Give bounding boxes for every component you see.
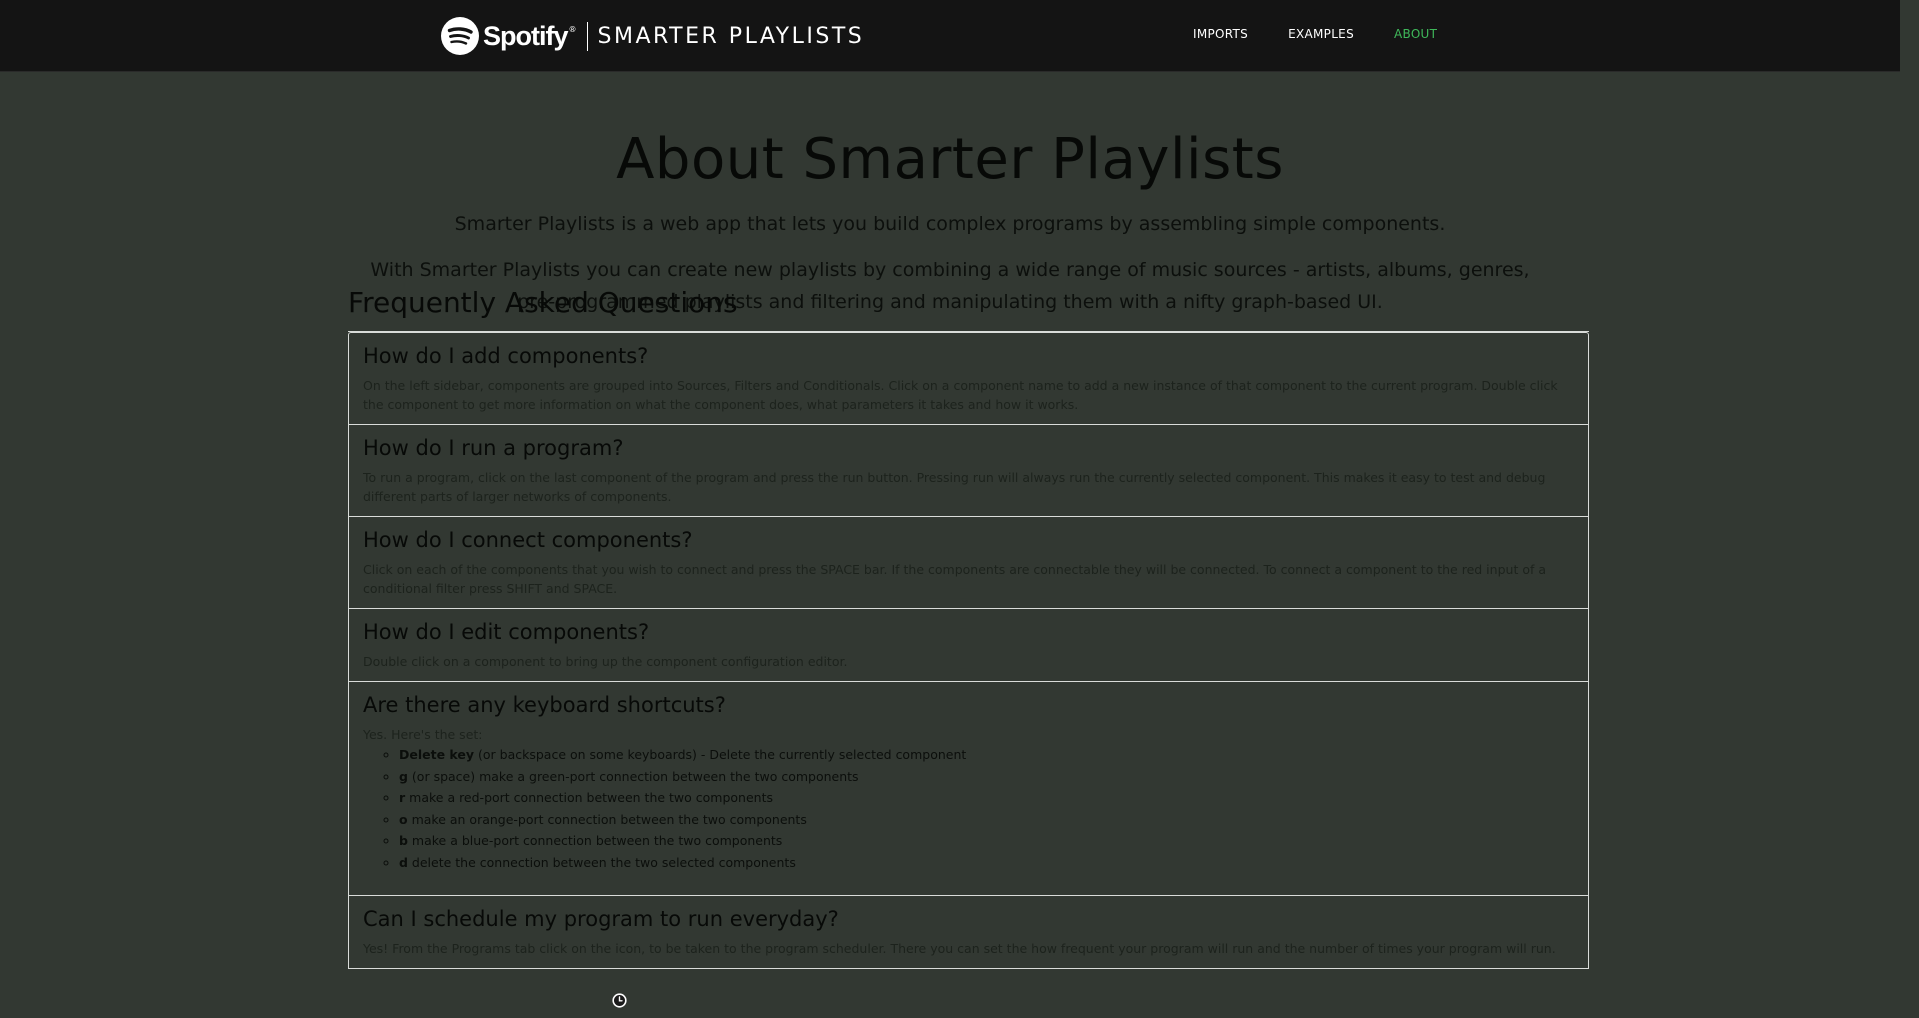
clock-icon [612,993,627,1008]
faq-question: How do I add components? [363,344,649,368]
shortcut-desc: (or backspace on some keyboards) - Delet… [474,747,967,762]
faq-answer: Yes! From the Programs tab click on the … [363,941,1556,956]
nav-link-about[interactable]: ABOUT [1394,27,1437,41]
shortcut-item: g (or space) make a green-port connectio… [399,766,1574,788]
registered-mark: ® [568,25,577,34]
faq-item: Can I schedule my program to run everyda… [348,896,1589,969]
faq-heading: Frequently Asked Questions [348,286,738,319]
shortcut-item: r make a red-port connection between the… [399,787,1574,809]
faq-question: How do I run a program? [363,436,624,460]
faq-question: Can I schedule my program to run everyda… [363,907,839,931]
shortcut-list: Delete key (or backspace on some keyboar… [363,744,1574,873]
faq-answer: Click on each of the components that you… [363,562,1546,596]
shortcut-item: d delete the connection between the two … [399,852,1574,874]
main-content: About Smarter Playlists Smarter Playlist… [0,72,1900,318]
top-navbar: Spotify ® SMARTER PLAYLISTS IMPORTS EXAM… [0,0,1900,72]
shortcut-item: o make an orange-port connection between… [399,809,1574,831]
faq-item: Are there any keyboard shortcuts? Yes. H… [348,682,1589,896]
faq-item: How do I add components? On the left sid… [348,332,1589,425]
shortcut-key: Delete key [399,747,475,762]
brand[interactable]: Spotify ® SMARTER PLAYLISTS [441,17,864,55]
shortcut-key: d [399,854,408,870]
shortcut-item: b make a blue-port connection between th… [399,830,1574,852]
intro-paragraph-1: Smarter Playlists is a web app that lets… [454,213,1446,235]
brand-divider [586,21,588,51]
nav-link-imports[interactable]: IMPORTS [1193,27,1248,41]
scrollbar[interactable] [1900,0,1919,1018]
faq-answer: On the left sidebar, components are grou… [363,378,1558,412]
faq-question: How do I edit components? [363,620,650,644]
shortcut-desc: make a red-port connection between the t… [405,790,774,805]
shortcut-key: b [399,833,408,848]
shortcut-key: g [399,768,408,784]
faq-answer: To run a program, click on the last comp… [363,470,1546,504]
faq-answer: Double click on a component to bring up … [363,654,848,669]
faq-item: How do I edit components? Double click o… [348,609,1589,682]
shortcut-item: Delete key (or backspace on some keyboar… [399,744,1574,766]
shortcut-desc: delete the connection between the two se… [407,854,796,870]
faq-section: Frequently Asked Questions How do I add … [348,286,1589,969]
faq-item: How do I connect components? Click on ea… [348,517,1589,609]
faq-list: How do I add components? On the left sid… [348,331,1589,969]
spotify-wordmark: Spotify [483,20,568,51]
shortcut-key: o [399,811,408,827]
shortcut-desc: make a blue-port connection between the … [407,833,783,848]
spotify-logo-icon [441,17,479,55]
nav-links: IMPORTS EXAMPLES ABOUT [1193,27,1477,41]
shortcut-desc: make an orange-port connection between t… [407,811,807,827]
app-title: SMARTER PLAYLISTS [597,23,865,49]
page-title: About Smarter Playlists [616,127,1284,192]
faq-answer: Yes. Here's the set: [363,727,483,742]
faq-item: How do I run a program? To run a program… [348,425,1589,517]
shortcut-desc: (or space) make a green-port connection … [407,768,859,784]
faq-question: Are there any keyboard shortcuts? [363,693,726,717]
faq-question: How do I connect components? [363,528,693,552]
nav-link-examples[interactable]: EXAMPLES [1288,27,1354,41]
